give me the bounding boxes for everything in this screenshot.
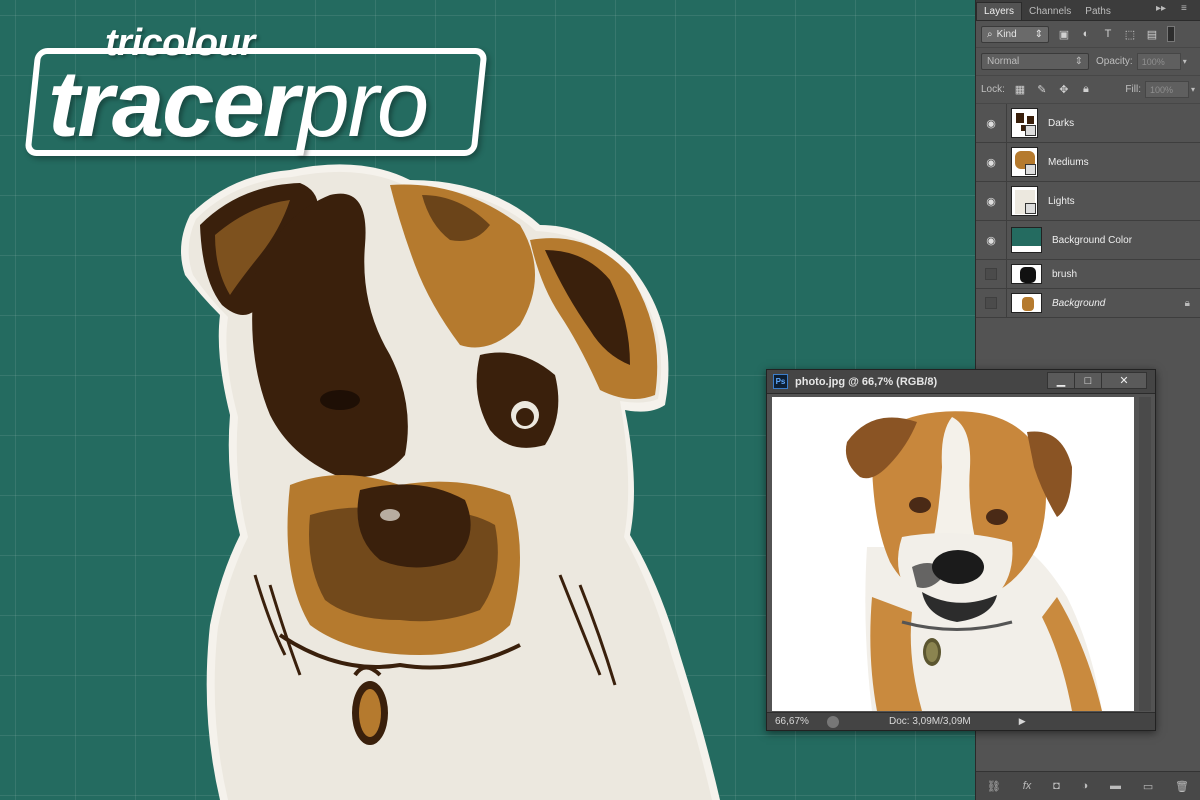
eye-icon: ◉ [986, 234, 996, 247]
close-button[interactable]: ✕ [1101, 372, 1147, 389]
panel-footer: ⛓ fx ◘ ◑ ▬ ▭ 🗑︎ [976, 771, 1200, 800]
logo-thin-part: pro [297, 51, 429, 156]
layer-thumbnail [1011, 264, 1042, 284]
layer-row-background-color[interactable]: ◉ Background Color [976, 221, 1200, 260]
dog-photo-image [772, 397, 1134, 711]
document-titlebar[interactable]: Ps photo.jpg @ 66,7% (RGB/8) ▁ □ ✕ [767, 370, 1155, 394]
layer-name: Background Color [1052, 234, 1133, 246]
fill-value: 100% [1149, 84, 1174, 95]
tab-layers[interactable]: Layers [976, 2, 1023, 20]
opacity-dropdown-icon[interactable]: ▾ [1183, 57, 1187, 66]
lock-row: Lock: ▦ ✎ ✥ 🔒︎ Fill: 100% ▾ [976, 76, 1200, 104]
layer-thumbnail [1011, 147, 1038, 177]
folder-icon[interactable]: ▬ [1110, 780, 1121, 792]
hidden-eye-box [985, 268, 997, 280]
document-window[interactable]: Ps photo.jpg @ 66,7% (RGB/8) ▁ □ ✕ 66,67… [766, 369, 1156, 731]
visibility-toggle[interactable]: ◉ [976, 143, 1007, 181]
collapse-panel-icon[interactable]: ▸▸ [1156, 3, 1166, 14]
visibility-toggle[interactable]: ◉ [976, 104, 1007, 142]
layer-name: Lights [1048, 195, 1075, 207]
opacity-field[interactable]: 100% [1136, 53, 1181, 70]
layer-row-mediums[interactable]: ◉ Mediums [976, 143, 1200, 182]
fill-dropdown-icon[interactable]: ▾ [1191, 85, 1195, 94]
blend-mode-value: Normal [987, 56, 1020, 67]
tricolour-dog-artwork [181, 164, 720, 800]
shape-filter-icon[interactable]: ⬚ [1123, 27, 1137, 41]
fx-icon[interactable]: fx [1023, 780, 1032, 792]
maximize-button[interactable]: □ [1074, 372, 1102, 389]
layer-thumbnail [1011, 186, 1038, 216]
trash-icon[interactable]: 🗑︎ [1175, 780, 1189, 793]
filter-kind-label: Kind [996, 28, 1017, 40]
layer-row-background[interactable]: Background 🔒︎ [976, 289, 1200, 318]
vertical-scrollbar[interactable] [1139, 397, 1151, 711]
eye-icon: ◉ [986, 156, 996, 169]
eye-icon: ◉ [986, 195, 996, 208]
layer-name: brush [1052, 268, 1078, 280]
filter-row: ⌕ Kind ⇕ ▣ ◐ T ⬚ ▤ [976, 21, 1200, 48]
layer-name: Background [1052, 297, 1106, 309]
lock-pixels-icon[interactable]: ✎ [1035, 83, 1049, 97]
adjustment-filter-icon[interactable]: ◐ [1079, 27, 1093, 41]
layer-row-darks[interactable]: ◉ Darks [976, 104, 1200, 143]
lock-icon: 🔒︎ [1184, 297, 1190, 309]
lock-position-icon[interactable]: ✥ [1057, 83, 1071, 97]
link-icon[interactable]: ⛓ [987, 780, 1001, 793]
layer-thumbnail [1011, 293, 1042, 313]
panel-menu-icon[interactable]: ≡ [1181, 3, 1187, 14]
layer-row-lights[interactable]: ◉ Lights [976, 182, 1200, 221]
layer-row-brush[interactable]: brush [976, 260, 1200, 289]
type-filter-icon[interactable]: T [1101, 27, 1115, 41]
mask-icon[interactable]: ◘ [1053, 780, 1060, 792]
layer-name: Darks [1048, 117, 1075, 129]
lock-transparent-icon[interactable]: ▦ [1013, 83, 1027, 97]
layer-thumbnail [1011, 227, 1042, 253]
fill-field[interactable]: 100% [1144, 81, 1189, 98]
opacity-value: 100% [1141, 56, 1165, 67]
document-statusbar: 66,67% Doc: 3,09M/3,09M ▶ [767, 712, 1155, 730]
doc-size-info: Doc: 3,09M/3,09M [889, 716, 971, 727]
layers-list: ◉ Darks ◉ Mediums ◉ Lights ◉ Background … [976, 104, 1200, 318]
visibility-toggle[interactable] [976, 260, 1007, 288]
eye-icon: ◉ [986, 117, 996, 130]
chevron-updown-icon: ⇕ [1034, 28, 1043, 40]
fill-label: Fill: [1125, 84, 1141, 95]
minimize-button[interactable]: ▁ [1047, 372, 1075, 389]
visibility-toggle[interactable]: ◉ [976, 182, 1007, 220]
hidden-eye-box [985, 297, 997, 309]
chevron-updown-icon: ⇕ [1074, 56, 1083, 67]
tab-paths[interactable]: Paths [1078, 3, 1118, 20]
status-menu-arrow-icon[interactable]: ▶ [1019, 716, 1026, 727]
dog-photo[interactable] [772, 397, 1134, 711]
lock-label: Lock: [981, 84, 1005, 95]
zoom-level[interactable]: 66,67% [775, 716, 821, 727]
visibility-toggle[interactable] [976, 289, 1007, 317]
adjustment-icon[interactable]: ◑ [1082, 780, 1089, 792]
filter-toggle-icon[interactable] [1167, 26, 1175, 42]
new-layer-icon[interactable]: ▭ [1143, 780, 1153, 793]
logo-bold-part: tracer [48, 51, 299, 156]
panel-tabs: Layers Channels Paths ▸▸ ≡ [976, 0, 1200, 21]
blend-row: Normal ⇕ Opacity: 100% ▾ [976, 48, 1200, 76]
search-icon: ⌕ [987, 28, 993, 40]
blend-mode-select[interactable]: Normal ⇕ [981, 53, 1089, 70]
lock-all-icon[interactable]: 🔒︎ [1079, 83, 1093, 97]
smart-object-filter-icon[interactable]: ▤ [1145, 27, 1159, 41]
photoshop-icon: Ps [773, 374, 788, 389]
document-title: photo.jpg @ 66,7% (RGB/8) [795, 375, 938, 388]
layer-thumbnail [1011, 108, 1038, 138]
tab-channels[interactable]: Channels [1022, 3, 1078, 20]
filter-kind-select[interactable]: ⌕ Kind ⇕ [981, 25, 1049, 43]
logo-wordmark: tracerpro [48, 51, 429, 156]
pixel-filter-icon[interactable]: ▣ [1057, 27, 1071, 41]
opacity-label: Opacity: [1096, 56, 1133, 67]
status-info-icon[interactable] [827, 715, 839, 728]
visibility-toggle[interactable]: ◉ [976, 221, 1007, 259]
layer-name: Mediums [1048, 156, 1089, 168]
